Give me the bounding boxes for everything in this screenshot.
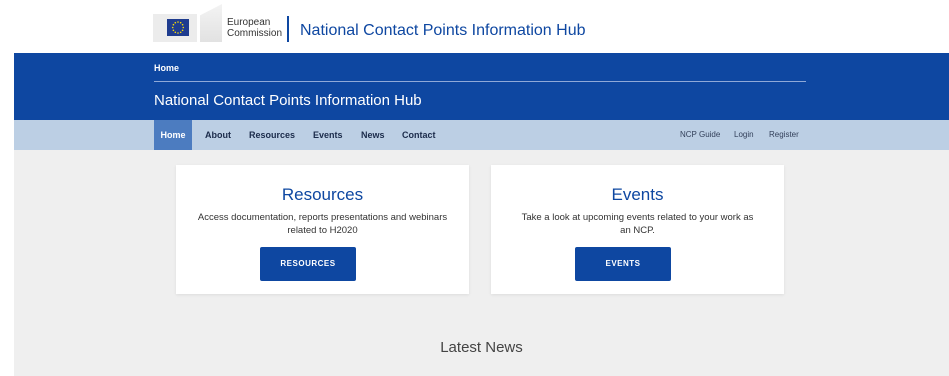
nav-item-contact[interactable]: Contact [402, 120, 436, 150]
eu-flag-icon [153, 14, 197, 42]
page: European Commission National Contact Poi… [0, 0, 949, 376]
card-description: Access documentation, reports presentati… [197, 212, 448, 236]
latest-news-heading: Latest News [440, 339, 523, 356]
main-nav: Home About Resources Events News Contact… [14, 120, 949, 150]
european-commission-logo[interactable]: European Commission [150, 4, 292, 42]
resources-button[interactable]: RESOURCES [260, 247, 356, 281]
banner-title: National Contact Points Information Hub [154, 92, 422, 109]
resources-card: Resources Access documentation, reports … [176, 165, 469, 294]
page-banner: Home National Contact Points Information… [14, 53, 949, 120]
nav-link-ncp-guide[interactable]: NCP Guide [680, 120, 720, 150]
nav-link-register[interactable]: Register [769, 120, 799, 150]
nav-item-home[interactable]: Home [154, 120, 192, 150]
site-title[interactable]: National Contact Points Information Hub [300, 22, 585, 40]
site-header: European Commission National Contact Poi… [0, 0, 949, 53]
breadcrumb-home[interactable]: Home [154, 63, 179, 73]
card-title: Events [611, 185, 664, 204]
events-card: Events Take a look at upcoming events re… [491, 165, 784, 294]
card-title: Resources [281, 185, 364, 204]
main-content: Resources Access documentation, reports … [14, 150, 949, 376]
nav-item-resources[interactable]: Resources [249, 120, 295, 150]
nav-link-login[interactable]: Login [734, 120, 754, 150]
events-button[interactable]: EVENTS [575, 247, 671, 281]
nav-item-events[interactable]: Events [313, 120, 343, 150]
nav-item-news[interactable]: News [361, 120, 385, 150]
logo-divider [287, 16, 289, 42]
logo-line-1: European [227, 17, 271, 28]
logo-text: European Commission [227, 17, 282, 39]
logo-line-2: Commission [227, 28, 283, 39]
breadcrumb-divider [154, 81, 806, 82]
nav-item-about[interactable]: About [205, 120, 231, 150]
logo-page-graphic [200, 4, 222, 42]
card-description: Take a look at upcoming events related t… [521, 212, 754, 236]
